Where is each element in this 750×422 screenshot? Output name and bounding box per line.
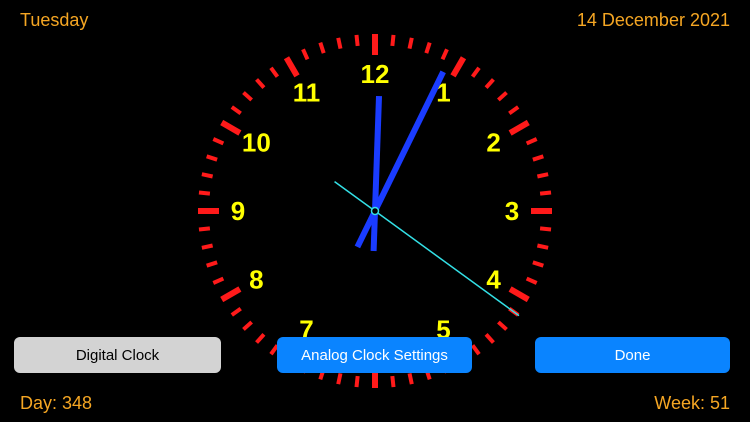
week-number-label: Week: 51 (654, 393, 730, 413)
minute-tick (318, 42, 326, 54)
second-hand (334, 181, 520, 317)
minute-tick (230, 105, 242, 116)
minute-tick (532, 154, 544, 162)
minute-tick (484, 333, 495, 344)
digital-clock-button[interactable]: Digital Clock (14, 337, 221, 373)
analog-clock-settings-button[interactable]: Analog Clock Settings (277, 337, 472, 373)
hour-tick (220, 119, 242, 136)
hour-tick (508, 286, 530, 303)
day-of-year-label: Day: 348 (20, 393, 93, 413)
minute-tick (525, 137, 538, 146)
minute-tick (198, 190, 211, 196)
minute-tick (336, 372, 343, 385)
numeral-10: 10 (242, 128, 271, 158)
center-hub (370, 206, 380, 216)
minute-tick (484, 78, 495, 89)
minute-tick (497, 91, 508, 102)
minute-tick (532, 260, 544, 268)
hour-tick (450, 56, 467, 78)
minute-tick (301, 48, 310, 61)
minute-tick (201, 243, 214, 250)
hour-hand (370, 95, 383, 252)
done-button[interactable]: Done (535, 337, 730, 373)
hour-tick (283, 56, 300, 78)
minute-tick (539, 190, 552, 196)
minute-tick (255, 78, 266, 89)
minute-tick (497, 320, 508, 331)
minute-tick (255, 333, 266, 344)
minute-tick (470, 66, 481, 78)
minute-tick (206, 154, 218, 162)
minute-tick (354, 34, 360, 47)
minute-tick (390, 34, 396, 47)
hour-tick (508, 119, 530, 136)
numeral-3: 3 (505, 196, 519, 226)
numeral-8: 8 (249, 265, 263, 295)
minute-tick (390, 375, 396, 388)
minute-tick (470, 344, 481, 356)
numeral-12: 12 (361, 59, 390, 89)
numeral-4: 4 (486, 265, 501, 295)
minute-tick (336, 37, 343, 50)
minute-tick (201, 172, 214, 179)
minute-tick (354, 375, 360, 388)
minute-tick (424, 42, 432, 54)
minute-tick (212, 276, 225, 285)
minute-tick (440, 48, 449, 61)
minute-hand (354, 70, 446, 249)
minute-tick (525, 276, 538, 285)
minute-tick (269, 66, 280, 78)
hour-tick (220, 286, 242, 303)
minute-tick (407, 37, 414, 50)
minute-tick (242, 320, 253, 331)
numeral-11: 11 (293, 77, 321, 107)
minute-tick (230, 306, 242, 317)
minute-tick (198, 226, 211, 232)
numeral-9: 9 (231, 196, 245, 226)
minute-tick (508, 105, 520, 116)
minute-tick (536, 243, 549, 250)
minute-tick (536, 172, 549, 179)
minute-tick (407, 372, 414, 385)
numeral-2: 2 (486, 128, 500, 158)
minute-tick (539, 226, 552, 232)
minute-tick (206, 260, 218, 268)
minute-tick (242, 91, 253, 102)
minute-tick (212, 137, 225, 146)
